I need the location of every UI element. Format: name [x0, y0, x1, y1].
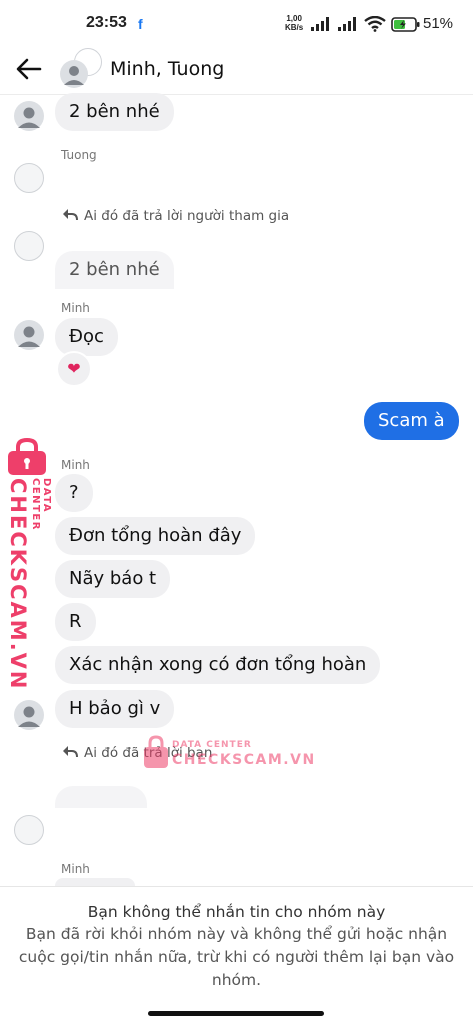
checkscam-watermark: CHECKSCAM.VN DATA CENTER — [4, 437, 52, 691]
message-bubble[interactable]: Nãy báo t — [55, 560, 171, 598]
lock-logo-icon — [8, 437, 46, 475]
signal-1-icon — [311, 17, 329, 31]
watermark-brand: CHECKSCAM.VN — [6, 478, 30, 691]
conversation-title[interactable]: Minh, Tuong — [110, 58, 224, 80]
facebook-notification-icon: f — [138, 16, 143, 32]
avatar-minh[interactable] — [14, 101, 44, 131]
signal-2-icon — [338, 17, 356, 31]
message-bubble[interactable]: H bảo gì v — [55, 690, 175, 728]
reply-icon — [63, 746, 78, 758]
avatar-tuong[interactable] — [14, 231, 44, 261]
wifi-icon — [364, 16, 386, 32]
heart-reaction-icon[interactable]: ❤ — [56, 351, 92, 387]
watermark-sub: DATA CENTER — [30, 478, 52, 531]
message-bubble[interactable] — [55, 878, 135, 886]
network-speed: 1,00 KB/s — [285, 14, 303, 32]
battery-percent: 51% — [423, 15, 454, 32]
status-time: 23:53 — [86, 14, 127, 31]
sender-name: Minh — [61, 458, 90, 472]
lock-logo-icon — [144, 735, 168, 768]
battery-icon — [391, 17, 420, 32]
checkscam-watermark-center: DATA CENTER CHECKSCAM.VN — [142, 734, 314, 774]
back-arrow-icon[interactable] — [12, 52, 46, 86]
reply-icon — [63, 209, 78, 221]
avatar-minh[interactable] — [14, 700, 44, 730]
message-bubble[interactable]: Đơn tổng hoàn đây — [55, 517, 256, 555]
avatar-tuong[interactable] — [14, 815, 44, 845]
network-speed-value: 1,00 — [286, 14, 302, 23]
my-message-bubble[interactable]: Scam à — [364, 402, 459, 440]
banner-body: Bạn đã rời khỏi nhóm này và không thể gử… — [18, 925, 455, 989]
avatar-tuong[interactable] — [14, 163, 44, 193]
watermark-sub: DATA CENTER — [172, 740, 252, 750]
sender-name: Minh — [61, 301, 90, 315]
message-bubble[interactable]: ? — [55, 474, 93, 512]
home-indicator[interactable] — [148, 1011, 324, 1016]
sender-name: Minh — [61, 862, 90, 876]
avatar-minh[interactable] — [14, 320, 44, 350]
banner-title: Bạn không thể nhắn tin cho nhóm này — [87, 903, 386, 921]
conversation-header: Minh, Tuong — [0, 44, 473, 95]
watermark-brand: CHECKSCAM.VN — [172, 752, 316, 768]
network-speed-unit: KB/s — [285, 23, 304, 32]
message-bubble[interactable]: Xác nhận xong có đơn tổng hoàn — [55, 646, 381, 684]
sender-name: Tuong — [61, 148, 97, 162]
group-avatar[interactable] — [60, 48, 102, 90]
cannot-message-banner: Bạn không thể nhắn tin cho nhóm này Bạn … — [0, 886, 473, 1007]
reply-notice: Ai đó đã trả lời người tham gia — [84, 208, 290, 224]
message-bubble[interactable]: 2 bên nhé — [55, 93, 174, 131]
message-bubble[interactable]: R — [55, 603, 96, 641]
quoted-message-bubble[interactable] — [55, 786, 147, 808]
message-bubble[interactable]: Đọc — [55, 318, 118, 356]
group-avatar-front — [60, 60, 88, 88]
quoted-message-bubble[interactable]: 2 bên nhé — [55, 251, 174, 289]
